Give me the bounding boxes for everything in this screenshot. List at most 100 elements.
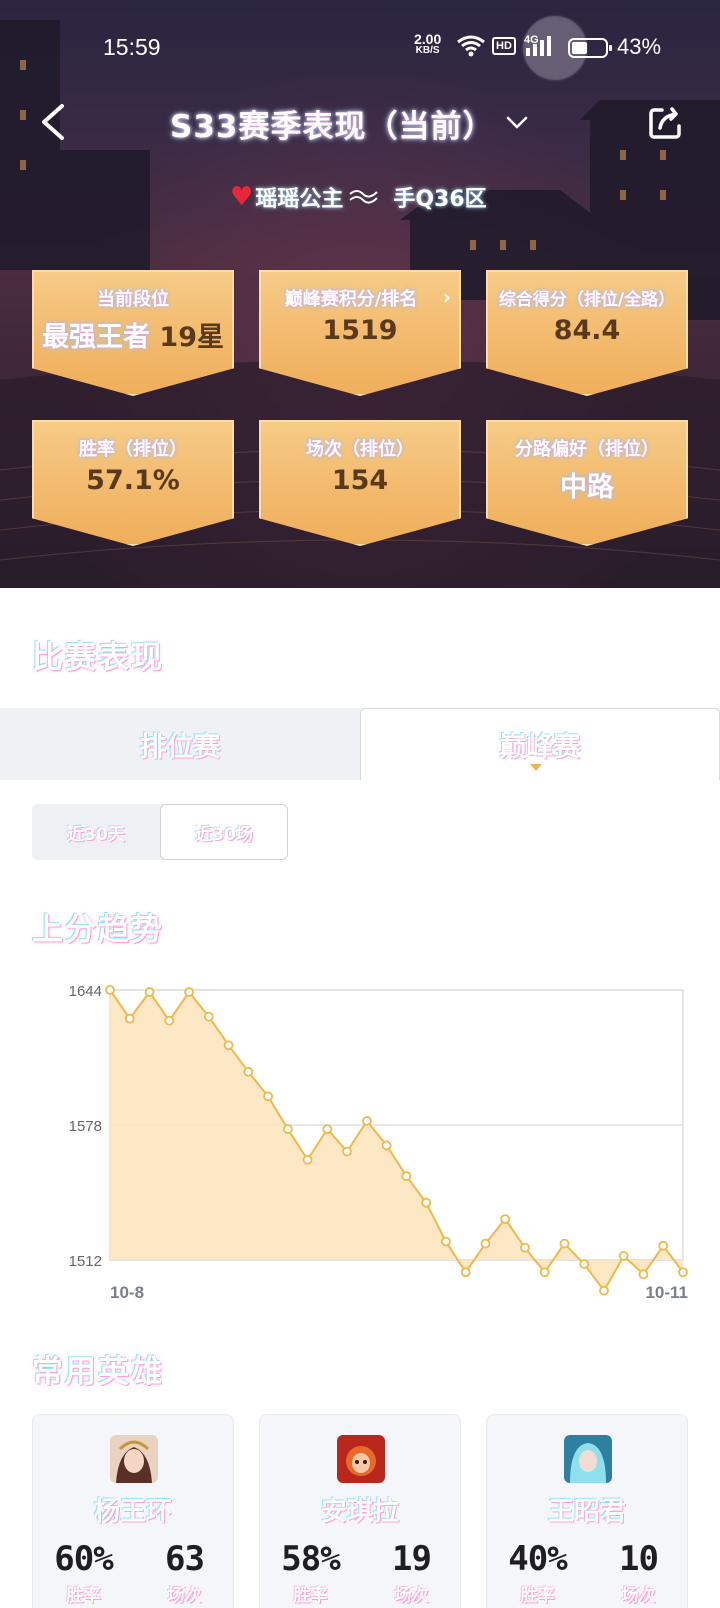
season-selector[interactable]: S33赛季表现（当前）	[170, 100, 528, 146]
segment-last-30-games[interactable]: 近30场	[160, 804, 288, 860]
x-end-label: 10-11	[645, 1283, 688, 1302]
trend-point	[381, 1140, 392, 1151]
score-trend-chart: 1644 1578 1512 10-8 10-11	[69, 983, 688, 1302]
trend-point	[105, 985, 115, 995]
hero-win-rate: 60% 胜率	[33, 1539, 134, 1606]
trend-point	[401, 1171, 412, 1182]
trend-point	[678, 1267, 688, 1278]
trend-point	[480, 1238, 491, 1249]
hero-name: 安琪拉	[320, 1497, 399, 1527]
hero-win-rate: 40% 胜率	[487, 1539, 588, 1606]
match-type-tabs: 排位赛 巅峰赛	[0, 708, 720, 780]
signal-icon: 4G	[524, 34, 551, 56]
active-tab-indicator	[530, 764, 542, 771]
battery-icon	[568, 38, 612, 58]
trend-point	[559, 1238, 570, 1249]
network-speed: 2.00 KB/S	[414, 31, 442, 57]
trend-point	[539, 1267, 550, 1278]
network-speed-value: 2.00	[414, 31, 442, 47]
chevron-down-icon	[507, 116, 528, 129]
player-name: 瑶瑶公主	[255, 187, 344, 212]
stat-label: 当前段位	[97, 289, 169, 310]
stat-label: 综合得分（排位/全路）	[498, 290, 676, 310]
stat-value: 中路	[560, 472, 614, 503]
trend-point	[440, 1236, 451, 1247]
trend-point	[223, 1040, 234, 1051]
header-banner: 15:59 2.00 KB/S HD 4G 43% S33赛季表现（当前） ♥ …	[0, 0, 720, 588]
stat-value-rank: 最强王者 19星	[32, 315, 234, 354]
trend-point	[282, 1124, 293, 1134]
hero-card[interactable]: 安琪拉 58% 胜率 19 场次	[259, 1414, 461, 1608]
hero-win-rate: 58% 胜率	[260, 1539, 361, 1606]
section-title-trend: 上分趋势	[32, 912, 164, 948]
hero-win-rate-value: 60%	[54, 1539, 113, 1579]
hero-avatar	[564, 1435, 612, 1483]
y-tick-label: 1644	[69, 983, 102, 1000]
trend-point	[263, 1091, 273, 1102]
trend-point	[184, 987, 194, 997]
trend-point	[421, 1197, 432, 1208]
decorative-wave-icon	[349, 190, 379, 204]
trend-point	[599, 1285, 609, 1296]
rank-name: 最强王者	[42, 322, 150, 353]
tab-ranked[interactable]: 排位赛	[0, 708, 360, 780]
hero-games-label: 场次	[167, 1586, 202, 1606]
hero-name: 杨玉环	[93, 1497, 172, 1527]
hero-games-label: 场次	[394, 1586, 429, 1606]
trend-point	[124, 1013, 135, 1024]
stat-label: 分路偏好（排位）	[515, 439, 659, 460]
trend-point	[618, 1251, 629, 1261]
trend-area	[110, 990, 683, 1291]
hero-games: 10 场次	[588, 1539, 689, 1606]
hero-games: 19 场次	[361, 1539, 462, 1606]
hero-name: 王昭君	[547, 1497, 626, 1527]
server-region: 手Q36区	[393, 187, 487, 212]
trend-point	[342, 1146, 353, 1157]
segment-last-30-days[interactable]: 近30天	[32, 804, 160, 860]
stat-value: 57.1%	[86, 465, 180, 496]
trend-point	[144, 987, 155, 997]
trend-point	[361, 1116, 372, 1126]
stat-label: 胜率（排位）	[79, 439, 187, 460]
battery-percent: 43%	[617, 34, 662, 59]
page-title: S33赛季表现（当前）	[170, 108, 495, 145]
hero-games-label: 场次	[621, 1586, 656, 1606]
hero-win-rate-label: 胜率	[66, 1586, 101, 1606]
trend-point	[460, 1267, 471, 1278]
trend-point	[203, 1011, 214, 1022]
trend-point	[243, 1066, 254, 1077]
back-button[interactable]	[36, 102, 72, 142]
y-tick-label: 1578	[69, 1118, 102, 1135]
hero-card[interactable]: 王昭君 40% 胜率 10 场次	[486, 1414, 688, 1608]
time-range-toggle: 近30天 近30场	[32, 804, 288, 860]
hero-win-rate-label: 胜率	[293, 1586, 328, 1606]
trend-point	[322, 1124, 333, 1134]
stat-label: 场次（排位）	[306, 439, 414, 460]
trend-point	[520, 1242, 530, 1253]
stat-value: 1519	[322, 315, 398, 346]
heart-icon: ♥	[230, 182, 254, 212]
trend-point	[638, 1269, 649, 1280]
player-info: ♥ 瑶瑶公主 手Q36区	[230, 180, 487, 214]
status-time: 15:59	[103, 34, 161, 60]
trend-point	[164, 1015, 175, 1026]
trend-point	[500, 1214, 511, 1224]
hd-badge: HD	[492, 37, 516, 55]
status-bar: 15:59 2.00 KB/S HD 4G 43%	[0, 0, 720, 92]
hero-games: 63 场次	[134, 1539, 235, 1606]
x-start-label: 10-8	[110, 1283, 144, 1302]
stat-value: 154	[331, 465, 389, 496]
stat-label: 巅峰赛积分/排名	[284, 289, 418, 310]
hero-win-rate-value: 58%	[281, 1539, 340, 1579]
hero-avatar	[110, 1435, 158, 1483]
trend-point	[658, 1240, 669, 1251]
share-icon[interactable]	[648, 104, 684, 140]
section-title-heroes: 常用英雄	[32, 1354, 164, 1390]
chevron-right-icon: ›	[442, 285, 451, 309]
hero-card[interactable]: 杨玉环 60% 胜率 63 场次	[32, 1414, 234, 1608]
hero-games-value: 19	[392, 1539, 432, 1579]
hero-win-rate-label: 胜率	[520, 1586, 555, 1606]
section-title-performance: 比赛表现	[32, 640, 164, 676]
stat-value: 84.4	[553, 315, 621, 346]
hero-avatar	[337, 1435, 385, 1483]
